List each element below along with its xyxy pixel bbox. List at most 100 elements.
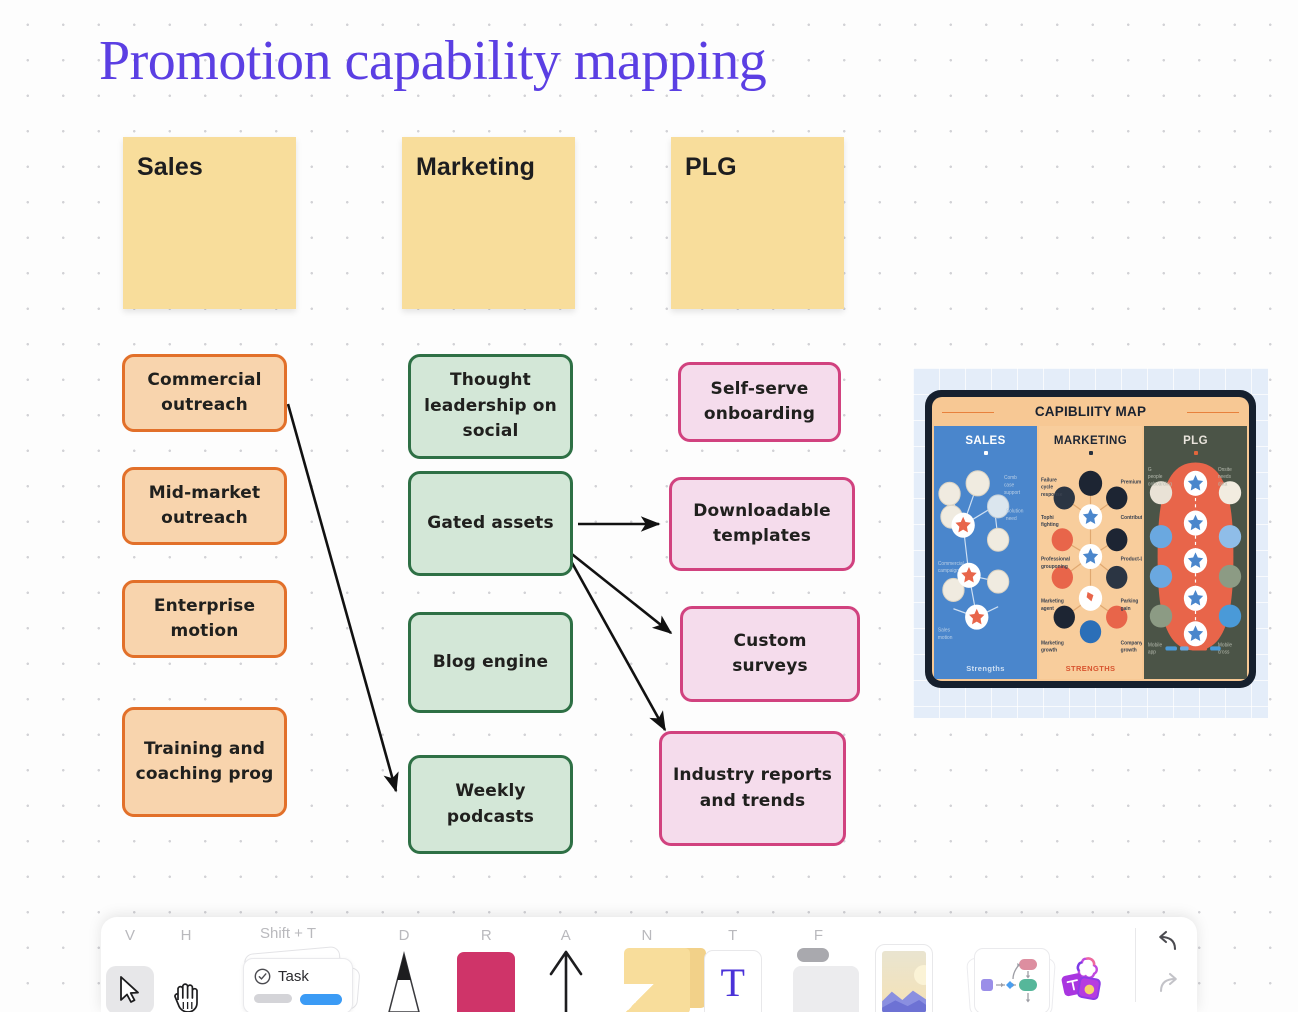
tool-shortcut-hint: F [813, 927, 823, 944]
card-label: Custom surveys [732, 630, 808, 677]
svg-text:Sales: Sales [938, 628, 951, 634]
svg-text:app: app [1148, 650, 1156, 656]
svg-text:support: support [1004, 490, 1021, 496]
svg-text:cycle: cycle [1041, 484, 1053, 490]
tool-hand[interactable]: H [159, 917, 213, 1012]
svg-text:cross: cross [1218, 650, 1230, 656]
svg-text:growth: growth [1121, 647, 1137, 653]
svg-text:people: people [1148, 474, 1163, 480]
svg-text:gain: gain [1121, 606, 1131, 612]
tool-shortcut-hint: V [124, 927, 135, 944]
tool-arrow[interactable]: A [527, 917, 604, 1012]
tool-image[interactable] [861, 917, 947, 1012]
tool-shortcut-hint: R [480, 927, 492, 944]
task-card-label: Task [278, 968, 309, 985]
connector-gated-to-reports [564, 551, 667, 732]
svg-text:Company: Company [1121, 640, 1142, 646]
sticky-note-label: Marketing [416, 153, 535, 181]
svg-text:Failure: Failure [1041, 477, 1057, 483]
tool-frame[interactable]: F [776, 917, 862, 1012]
capability-map-title: CAPIBLIITY MAP [932, 397, 1249, 426]
tool-select[interactable]: V [101, 917, 159, 1012]
check-circle-icon [254, 968, 271, 985]
whiteboard-canvas[interactable]: Promotion capability mapping Sales Marke… [0, 0, 1298, 1012]
rectangle-icon [457, 948, 516, 1012]
cursor-icon [101, 956, 159, 1012]
card-label: Weekly podcasts [446, 781, 535, 827]
tool-shortcut-hint: D [398, 927, 410, 944]
tool-template[interactable] [947, 917, 1057, 1012]
svg-text:growth: growth [1041, 647, 1057, 653]
card-label: Mid-market outreach [148, 482, 261, 529]
image-icon [875, 944, 934, 1012]
card-enterprise-motion[interactable]: Enterprise motion [122, 580, 287, 658]
toolbar-divider [1135, 928, 1137, 1002]
sticky-note-marketing[interactable]: Marketing [402, 137, 575, 309]
card-self-serve-onboarding[interactable]: Self-serve onboarding [678, 362, 841, 442]
capability-map-column-sales: SALES Comb case support Solution need Co… [934, 426, 1037, 679]
svg-text:Parking: Parking [1121, 598, 1139, 604]
tool-pen[interactable]: D [363, 917, 445, 1012]
tool-apps[interactable] [1040, 917, 1129, 1012]
card-label: Gated assets [427, 512, 554, 533]
undo-icon[interactable] [1151, 925, 1185, 959]
card-industry-reports-and-trends[interactable]: Industry reports and trends [659, 731, 846, 846]
card-mid-market-outreach[interactable]: Mid-market outreach [122, 467, 287, 545]
card-thought-leadership-on-social[interactable]: Thought leadership on social [408, 354, 573, 459]
capability-map-column-label: MARKETING [1053, 435, 1128, 447]
card-label: Enterprise motion [153, 595, 256, 642]
sticky-note-icon [618, 944, 706, 1012]
capability-map-column-footer: STRENGTHS [1065, 664, 1116, 673]
svg-text:Tophi: Tophi [1041, 515, 1054, 521]
page-title[interactable]: Promotion capability mapping [99, 28, 767, 94]
toolbar[interactable]: V H Shift + T Task D R A N T T F [101, 917, 1197, 1012]
undo-redo-group[interactable] [1138, 917, 1197, 1012]
flowchart-icon [964, 942, 1057, 1012]
svg-text:motion: motion [938, 635, 953, 641]
text-tool-glyph: T [720, 959, 745, 1005]
capability-map-image[interactable]: CAPIBLIITY MAP SALES Comb case support S… [913, 368, 1268, 718]
tool-shortcut-hint: H [180, 927, 192, 944]
task-card-icon: Task [213, 942, 363, 1012]
card-weekly-podcasts[interactable]: Weekly podcasts [408, 755, 573, 854]
connector-commercial-to-podcasts [286, 403, 399, 793]
tool-text[interactable]: T T [690, 917, 776, 1012]
card-label: Training and coaching prog [135, 738, 274, 785]
tool-sticky[interactable]: N [604, 917, 706, 1012]
svg-text:Product-Led: Product-Led [1121, 557, 1142, 563]
capability-map-column-label: PLG [1183, 435, 1208, 447]
redo-icon[interactable] [1151, 967, 1185, 1001]
svg-text:response: response [1041, 492, 1063, 498]
capability-map-nodes-marketing: Failure cycle response Premium Tophi fighti… [1039, 452, 1150, 661]
capability-map-nodes-sales: Comb case support Solution need Commercial c… [934, 452, 1037, 661]
svg-text:Marketing: Marketing [1041, 598, 1064, 604]
card-label: Industry reports and trends [672, 765, 833, 811]
card-label: Commercial outreach [147, 369, 262, 416]
card-custom-surveys[interactable]: Custom surveys [680, 606, 860, 702]
svg-text:Premium: Premium [1121, 479, 1142, 485]
text-icon: T [703, 946, 762, 1012]
tool-task[interactable]: Shift + T Task [213, 917, 363, 1012]
svg-text:Contributors: Contributors [1121, 515, 1142, 521]
svg-text:case: case [1004, 482, 1014, 488]
tool-shortcut-hint: N [641, 927, 653, 944]
sticky-note-plg[interactable]: PLG [671, 137, 844, 309]
card-downloadable-templates[interactable]: Downloadable templates [669, 477, 855, 571]
svg-text:agent: agent [1041, 606, 1054, 612]
svg-text:Mobile: Mobile [1148, 642, 1162, 648]
svg-text:need: need [1006, 516, 1017, 522]
pen-icon [375, 948, 433, 1012]
svg-text:campaign: campaign [938, 568, 959, 574]
svg-text:onboarding: onboarding [1148, 481, 1172, 487]
card-gated-assets[interactable]: Gated assets [408, 471, 573, 576]
apps-icon [1056, 942, 1114, 1012]
svg-text:Marketing: Marketing [1041, 640, 1064, 646]
card-commercial-outreach[interactable]: Commercial outreach [122, 354, 287, 432]
card-training-coaching-prog[interactable]: Training and coaching prog [122, 707, 287, 817]
card-blog-engine[interactable]: Blog engine [408, 612, 573, 713]
tool-shape[interactable]: R [445, 917, 527, 1012]
sticky-note-sales[interactable]: Sales [123, 137, 296, 309]
svg-text:Solution: Solution [1006, 508, 1024, 514]
card-label: Downloadable templates [693, 500, 831, 547]
svg-text:data: data [1218, 481, 1228, 487]
